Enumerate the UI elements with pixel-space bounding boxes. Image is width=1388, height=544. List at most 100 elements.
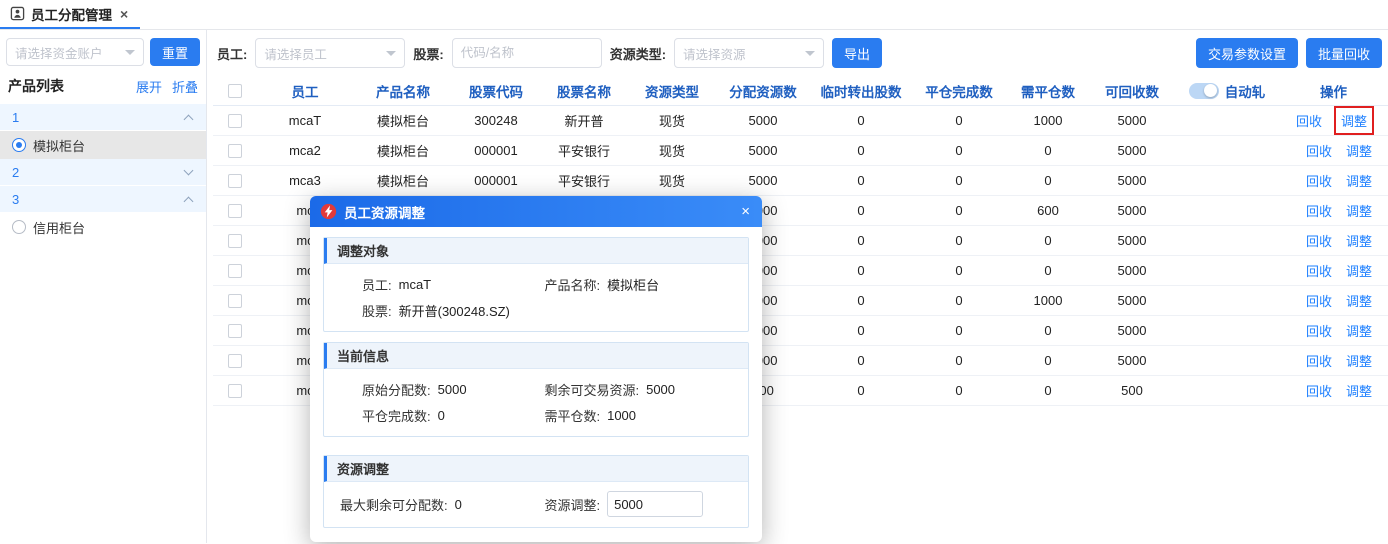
recycle-link[interactable]: 回收 [1306,381,1332,400]
cell-to-close: 0 [1044,173,1052,188]
cell-to-close: 0 [1044,233,1052,248]
cell-recyclable: 5000 [1117,233,1147,248]
cell-to-close: 0 [1044,383,1052,398]
product-list-header: 产品列表 展开 折叠 [0,66,206,104]
recycle-link[interactable]: 回收 [1306,171,1332,190]
tree-node-3[interactable]: 3 [0,186,206,213]
chevron-down-icon [183,165,194,176]
adjust-link[interactable]: 调整 [1346,201,1372,220]
cell-product: 模拟柜台 [376,144,429,159]
cell-temp-out: 0 [857,383,865,398]
cell-closed: 0 [955,173,963,188]
cell-operation: 回收 调整 [1279,106,1388,135]
expand-link[interactable]: 展开 [136,77,162,96]
row-checkbox[interactable] [228,233,242,248]
cell-auto-netting [1175,376,1279,405]
adjust-link[interactable]: 调整 [1346,141,1372,160]
col-closed: 平仓完成数 [925,84,993,100]
employee-select[interactable]: 请选择员工 [255,38,406,68]
tree-node-label: 2 [12,164,20,180]
adjust-link[interactable]: 调整 [1346,291,1372,310]
tree-leaf-credit-counter[interactable]: 信用柜台 [0,213,206,241]
stock-input[interactable] [451,38,602,68]
cell-operation: 回收 调整 [1279,256,1388,285]
modal-product-label: 产品名称: [544,277,601,293]
adjust-link[interactable]: 调整 [1346,231,1372,250]
adjust-link[interactable]: 调整 [1346,351,1372,370]
row-checkbox[interactable] [228,173,242,188]
row-checkbox[interactable] [228,263,242,278]
row-checkbox[interactable] [228,203,242,218]
tree-node-1[interactable]: 1 [0,104,206,131]
radio-unchecked-icon[interactable] [12,220,26,234]
cell-employee: mca3 [289,173,321,188]
section-resource-adjust-title: 资源调整 [324,456,748,482]
tab-close-icon[interactable]: × [120,6,128,22]
row-checkbox[interactable] [228,353,242,368]
cell-to-close: 0 [1044,323,1052,338]
recycle-link[interactable]: 回收 [1306,141,1332,160]
adjust-link[interactable]: 调整 [1336,108,1372,133]
row-checkbox[interactable] [228,323,242,338]
cell-operation: 回收 调整 [1279,166,1388,195]
modal-stock-value: 新开普(300248.SZ) [398,303,510,319]
tree-node-2[interactable]: 2 [0,159,206,186]
recycle-link[interactable]: 回收 [1306,351,1332,370]
modal-employee-label: 员工: [362,277,392,293]
cell-auto-netting [1175,196,1279,225]
row-checkbox[interactable] [228,383,242,398]
resource-type-select[interactable]: 请选择资源 [674,38,825,68]
cell-temp-out: 0 [857,203,865,218]
table-header: 员工 产品名称 股票代码 股票名称 资源类型 分配资源数 临时转出股数 平仓完成… [213,76,1388,106]
recycle-link[interactable]: 回收 [1306,231,1332,250]
cell-resource-type: 现货 [658,144,685,159]
recycle-link[interactable]: 回收 [1296,111,1322,130]
cell-to-close: 1000 [1033,113,1063,128]
cell-operation: 回收 调整 [1279,346,1388,375]
adjust-link[interactable]: 调整 [1346,171,1372,190]
select-all-checkbox[interactable] [228,83,242,98]
col-resource-type: 资源类型 [645,84,699,100]
fund-account-select[interactable]: 请选择资金账户 [6,38,144,66]
chevron-up-icon [183,196,194,206]
cell-auto-netting [1175,106,1279,135]
adjust-link[interactable]: 调整 [1346,381,1372,400]
batch-recycle-button[interactable]: 批量回收 [1305,38,1382,68]
cell-recyclable: 500 [1121,383,1143,398]
app-window: 员工分配管理 × 请选择资金账户 重置 产品列表 展开 折叠 1 模拟柜台 2 … [0,0,1388,544]
cell-closed: 0 [955,143,963,158]
modal-close-icon[interactable]: × [739,203,752,220]
adjust-link[interactable]: 调整 [1346,261,1372,280]
tab-employee-allocation[interactable]: 员工分配管理 × [0,0,141,29]
recycle-link[interactable]: 回收 [1306,291,1332,310]
reset-button[interactable]: 重置 [149,38,200,66]
row-checkbox[interactable] [228,293,242,308]
recycle-link[interactable]: 回收 [1306,321,1332,340]
tree-leaf-label: 信用柜台 [33,220,86,236]
row-checkbox[interactable] [228,143,242,158]
cell-auto-netting [1175,166,1279,195]
cell-resource-type: 现货 [658,174,685,189]
radio-checked-icon[interactable] [12,138,26,152]
modal-employee-value: mcaT [398,276,432,292]
row-checkbox[interactable] [228,113,242,128]
collapse-link[interactable]: 折叠 [172,77,198,96]
adjust-link[interactable]: 调整 [1346,321,1372,340]
tree-node-label: 1 [12,109,20,125]
col-stock-code: 股票代码 [469,84,523,100]
cell-product: 模拟柜台 [376,174,429,189]
modal-remaining-value: 5000 [646,381,676,397]
cell-closed: 0 [955,113,963,128]
resource-adjust-input[interactable] [607,491,704,517]
cell-operation: 回收 调整 [1279,136,1388,165]
export-button[interactable]: 导出 [832,38,883,68]
fund-account-placeholder: 请选择资金账户 [15,46,103,61]
modal-adjust-label: 资源调整: [544,497,601,513]
recycle-link[interactable]: 回收 [1306,201,1332,220]
cell-closed: 0 [955,353,963,368]
auto-netting-toggle[interactable] [1188,82,1219,99]
trade-params-button[interactable]: 交易参数设置 [1195,38,1298,68]
recycle-link[interactable]: 回收 [1306,261,1332,280]
cell-temp-out: 0 [857,323,865,338]
tree-leaf-simulated-counter[interactable]: 模拟柜台 [0,131,206,159]
